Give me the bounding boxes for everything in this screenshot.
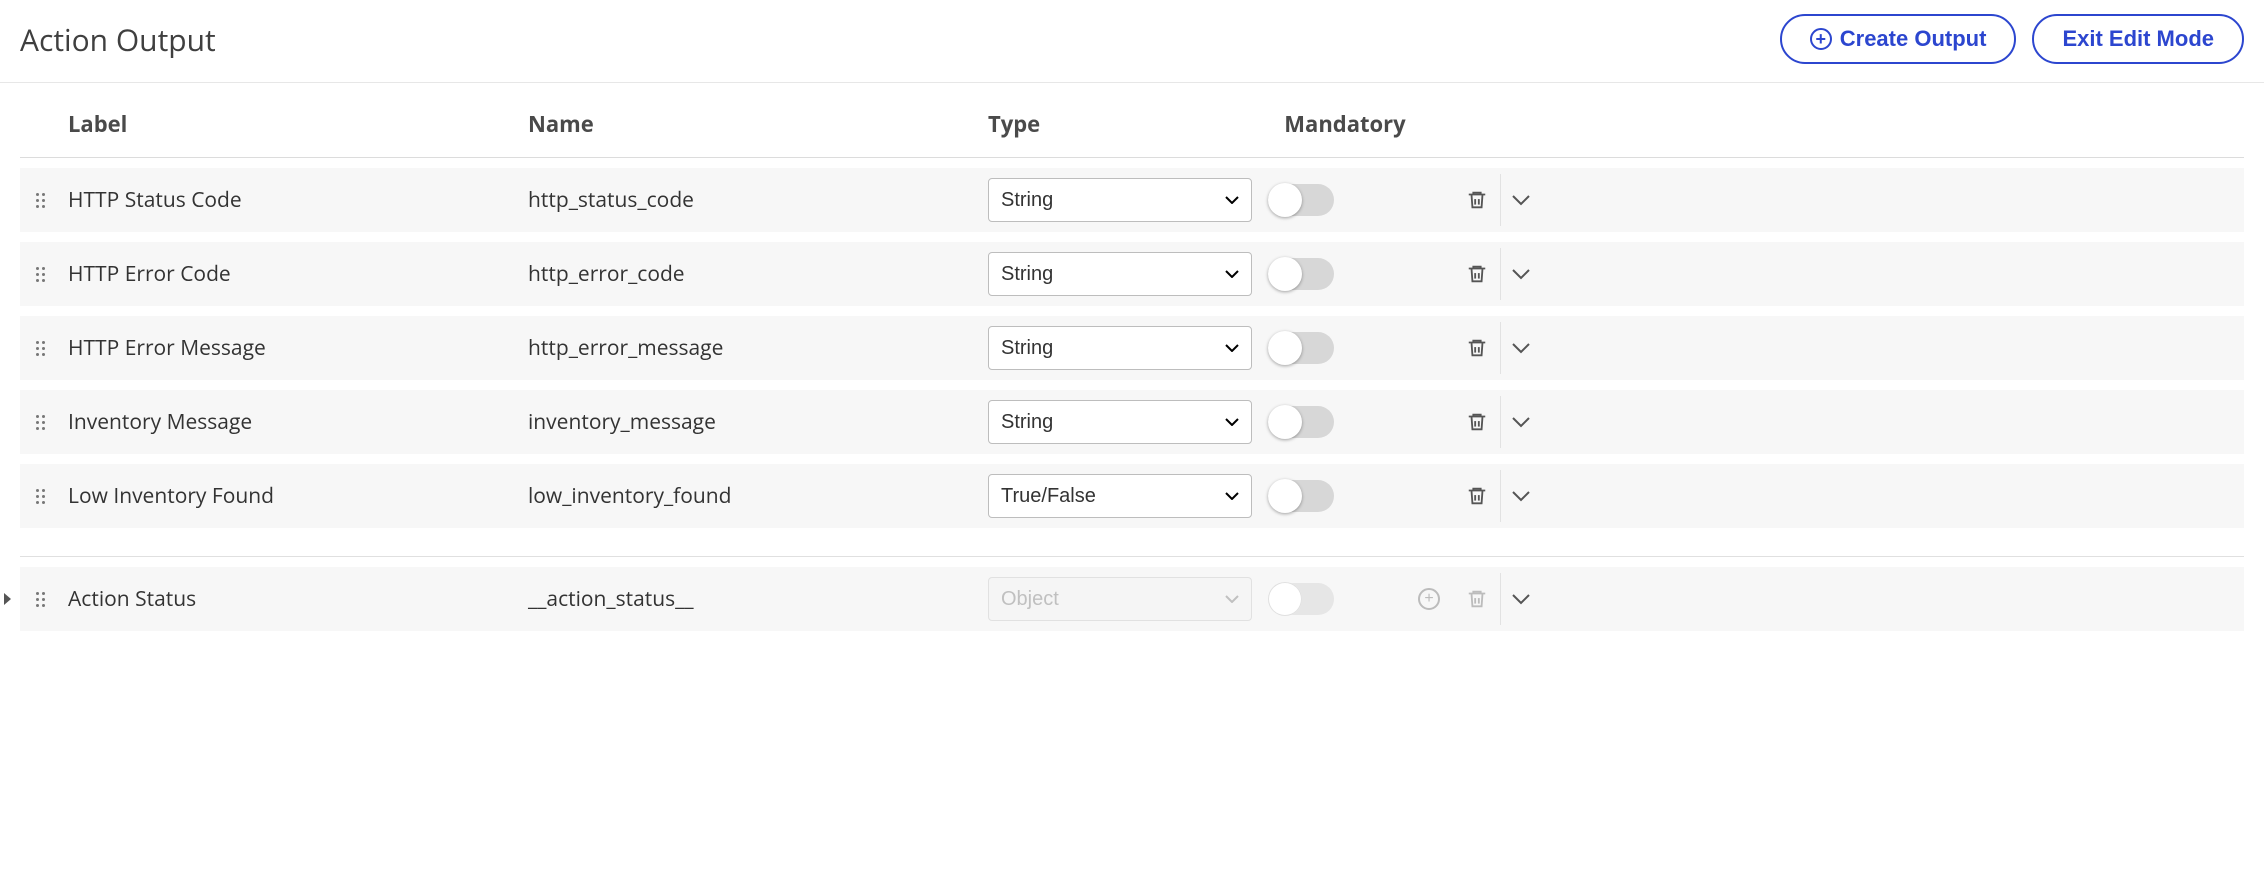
add-child-button: + (1414, 584, 1444, 614)
type-select[interactable]: StringIntegerTrue/FalseObjectArray (988, 252, 1252, 296)
chevron-down-icon (1511, 193, 1531, 207)
table-row: Inventory Messageinventory_message String… (20, 390, 2244, 454)
drag-handle-icon[interactable] (20, 592, 60, 607)
expand-row-button[interactable] (1503, 259, 1539, 289)
row-label: Inventory Message (60, 408, 520, 436)
drag-handle-icon[interactable] (20, 415, 60, 430)
mandatory-toggle[interactable] (1268, 480, 1334, 512)
create-output-button[interactable]: + Create Output (1780, 14, 2017, 64)
row-label: HTTP Status Code (60, 186, 520, 214)
trash-icon (1466, 588, 1488, 610)
exit-edit-mode-button[interactable]: Exit Edit Mode (2032, 14, 2244, 64)
col-label: Label (60, 109, 520, 139)
col-type: Type (980, 109, 1260, 139)
type-select: StringIntegerTrue/FalseObjectArray (988, 577, 1252, 621)
delete-button[interactable] (1462, 407, 1492, 437)
table-row: HTTP Error Codehttp_error_code StringInte… (20, 242, 2244, 306)
col-name: Name (520, 109, 980, 139)
drag-handle-icon[interactable] (20, 489, 60, 504)
column-headers: Label Name Type Mandatory (20, 83, 2244, 158)
caret-right-icon (4, 593, 11, 605)
row-label: HTTP Error Message (60, 334, 520, 362)
drag-handle-icon[interactable] (20, 341, 60, 356)
mandatory-toggle (1268, 583, 1334, 615)
row-name: low_inventory_found (520, 482, 980, 510)
row-name: http_error_code (520, 260, 980, 288)
expand-row-button[interactable] (1503, 407, 1539, 437)
delete-button[interactable] (1462, 259, 1492, 289)
mandatory-toggle[interactable] (1268, 258, 1334, 290)
delete-button[interactable] (1462, 481, 1492, 511)
trash-icon (1466, 411, 1488, 433)
section-divider (20, 556, 2244, 557)
trash-icon (1466, 485, 1488, 507)
delete-button[interactable] (1462, 185, 1492, 215)
expand-row-button[interactable] (1503, 333, 1539, 363)
expand-row-button[interactable] (1503, 584, 1539, 614)
table-row: Action Status __action_status__ StringIn… (20, 567, 2244, 631)
type-select[interactable]: StringIntegerTrue/FalseObjectArray (988, 400, 1252, 444)
plus-circle-icon: + (1418, 588, 1440, 610)
table-row: HTTP Status Codehttp_status_code StringIn… (20, 168, 2244, 232)
mandatory-toggle[interactable] (1268, 332, 1334, 364)
row-label: Action Status (60, 585, 520, 613)
plus-circle-icon: + (1810, 28, 1832, 50)
col-mandatory: Mandatory (1260, 109, 1430, 139)
page-title: Action Output (20, 19, 216, 60)
row-name: http_status_code (520, 186, 980, 214)
row-name: inventory_message (520, 408, 980, 436)
section-header: Action Output + Create Output Exit Edit … (0, 0, 2264, 83)
mandatory-toggle[interactable] (1268, 406, 1334, 438)
create-output-label: Create Output (1840, 26, 1987, 52)
chevron-down-icon (1511, 489, 1531, 503)
trash-icon (1466, 189, 1488, 211)
trash-icon (1466, 337, 1488, 359)
chevron-down-icon (1511, 341, 1531, 355)
row-name: http_error_message (520, 334, 980, 362)
chevron-down-icon (1511, 415, 1531, 429)
chevron-down-icon (1511, 592, 1531, 606)
drag-handle-icon[interactable] (20, 267, 60, 282)
table-row: Low Inventory Foundlow_inventory_found St… (20, 464, 2244, 528)
row-label: Low Inventory Found (60, 482, 520, 510)
delete-button (1462, 584, 1492, 614)
exit-edit-mode-label: Exit Edit Mode (2062, 26, 2214, 52)
expand-row-button[interactable] (1503, 185, 1539, 215)
row-name: __action_status__ (520, 585, 980, 613)
delete-button[interactable] (1462, 333, 1492, 363)
trash-icon (1466, 263, 1488, 285)
type-select[interactable]: StringIntegerTrue/FalseObjectArray (988, 178, 1252, 222)
table-row: HTTP Error Messagehttp_error_message Stri… (20, 316, 2244, 380)
type-select[interactable]: StringIntegerTrue/FalseObjectArray (988, 326, 1252, 370)
type-select[interactable]: StringIntegerTrue/FalseObjectArray (988, 474, 1252, 518)
row-label: HTTP Error Code (60, 260, 520, 288)
mandatory-toggle[interactable] (1268, 184, 1334, 216)
header-actions: + Create Output Exit Edit Mode (1780, 14, 2244, 64)
chevron-down-icon (1511, 267, 1531, 281)
expand-row-button[interactable] (1503, 481, 1539, 511)
drag-handle-icon[interactable] (20, 193, 60, 208)
